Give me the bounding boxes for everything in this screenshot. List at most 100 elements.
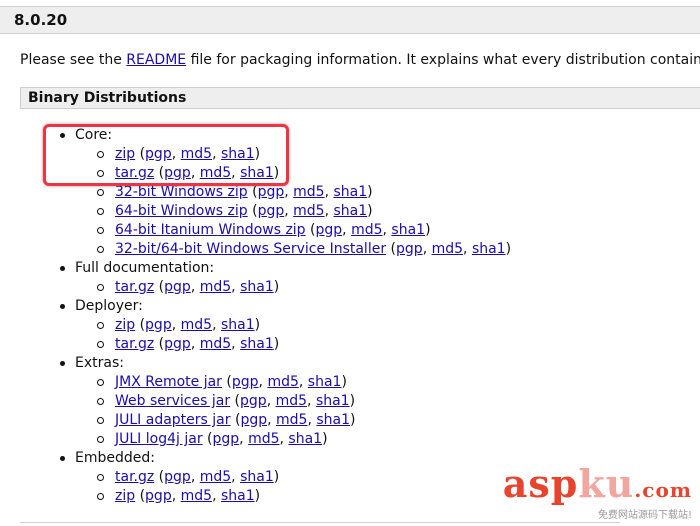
sha1-link[interactable]: sha1 <box>334 203 368 219</box>
punctuation: , <box>231 336 241 352</box>
pgp-link[interactable]: pgp <box>258 203 285 219</box>
download-link[interactable]: tar.gz <box>115 469 154 485</box>
sha1-link[interactable]: sha1 <box>472 241 506 257</box>
punctuation: ) <box>322 431 328 447</box>
punctuation: , <box>266 393 276 409</box>
punctuation: ( <box>221 374 232 390</box>
sha1-link[interactable]: sha1 <box>316 393 350 409</box>
download-link[interactable]: Web services jar <box>115 393 230 409</box>
download-item: tar.gz (pgp, md5, sha1) <box>96 278 279 297</box>
pgp-link[interactable]: pgp <box>232 374 259 390</box>
download-link[interactable]: tar.gz <box>115 279 154 295</box>
punctuation: ) <box>349 393 356 409</box>
punctuation: , <box>422 241 432 257</box>
download-link[interactable]: 32-bit Windows zip <box>115 184 248 200</box>
sha1-link[interactable]: sha1 <box>240 279 274 295</box>
punctuation: ( <box>154 336 165 352</box>
group-label-embedded: Embedded: <box>60 450 155 466</box>
punctuation: , <box>171 488 181 504</box>
punctuation: , <box>212 317 221 333</box>
watermark-ku: ku <box>578 461 635 506</box>
punctuation: , <box>171 317 181 333</box>
pgp-link[interactable]: pgp <box>316 222 343 238</box>
md5-link[interactable]: md5 <box>181 317 212 333</box>
download-item: 32-bit/64-bit Windows Service Installer … <box>96 240 512 259</box>
divider <box>20 522 620 523</box>
punctuation: ( <box>247 203 258 219</box>
punctuation: ) <box>341 374 347 390</box>
md5-link[interactable]: md5 <box>200 336 231 352</box>
download-item: Web services jar (pgp, md5, sha1) <box>96 392 356 411</box>
punctuation: ( <box>154 279 165 295</box>
punctuation: ) <box>505 241 512 257</box>
md5-link[interactable]: md5 <box>181 488 212 504</box>
download-item: tar.gz (pgp, md5, sha1) <box>96 468 280 487</box>
md5-link[interactable]: md5 <box>351 222 382 238</box>
md5-link[interactable]: md5 <box>276 412 307 428</box>
highlight-box <box>43 124 289 186</box>
pgp-link[interactable]: pgp <box>164 469 191 485</box>
download-link[interactable]: zip <box>115 488 135 504</box>
download-item: JULI adapters jar (pgp, md5, sha1) <box>96 411 355 430</box>
punctuation: ( <box>247 184 258 200</box>
punctuation: , <box>324 203 334 219</box>
sha1-link[interactable]: sha1 <box>221 317 255 333</box>
md5-link[interactable]: md5 <box>200 279 231 295</box>
pgp-link[interactable]: pgp <box>145 488 172 504</box>
download-link[interactable]: 64-bit Windows zip <box>115 203 248 219</box>
md5-link[interactable]: md5 <box>293 203 324 219</box>
section-title: Binary Distributions <box>28 90 187 106</box>
version-title: 8.0.20 <box>14 11 68 29</box>
punctuation: ( <box>202 431 213 447</box>
sha1-link[interactable]: sha1 <box>288 431 322 447</box>
sha1-link[interactable]: sha1 <box>221 488 255 504</box>
md5-link[interactable]: md5 <box>432 241 463 257</box>
readme-link[interactable]: README <box>126 52 186 68</box>
punctuation: ) <box>367 203 373 219</box>
punctuation: , <box>284 184 294 200</box>
pgp-link[interactable]: pgp <box>164 336 191 352</box>
sha1-link[interactable]: sha1 <box>240 336 274 352</box>
download-link[interactable]: zip <box>115 317 135 333</box>
md5-link[interactable]: md5 <box>200 469 231 485</box>
sha1-link[interactable]: sha1 <box>240 469 274 485</box>
pgp-link[interactable]: pgp <box>240 393 267 409</box>
punctuation: , <box>342 222 352 238</box>
punctuation: ) <box>254 488 261 504</box>
sha1-link[interactable]: sha1 <box>391 222 425 238</box>
punctuation: , <box>298 374 308 390</box>
intro-suffix: file for packaging information. It expla… <box>186 52 700 68</box>
md5-link[interactable]: md5 <box>276 393 307 409</box>
download-link[interactable]: tar.gz <box>115 336 154 352</box>
pgp-link[interactable]: pgp <box>164 279 191 295</box>
pgp-link[interactable]: pgp <box>145 317 172 333</box>
download-link[interactable]: JULI adapters jar <box>115 412 231 428</box>
punctuation: ) <box>273 469 280 485</box>
download-link[interactable]: 64-bit Itanium Windows zip <box>115 222 306 238</box>
sha1-link[interactable]: sha1 <box>316 412 350 428</box>
punctuation: ( <box>230 393 241 409</box>
punctuation: ( <box>305 222 316 238</box>
pgp-link[interactable]: pgp <box>240 412 267 428</box>
punctuation: ( <box>135 317 146 333</box>
download-link[interactable]: 32-bit/64-bit Windows Service Installer <box>115 241 386 257</box>
watermark-com: .com <box>634 478 692 502</box>
punctuation: , <box>212 488 221 504</box>
download-link[interactable]: JMX Remote jar <box>115 374 222 390</box>
sha1-link[interactable]: sha1 <box>308 374 342 390</box>
version-header: 8.0.20 <box>0 6 700 34</box>
pgp-link[interactable]: pgp <box>213 431 240 447</box>
download-link[interactable]: JULI log4j jar <box>115 431 203 447</box>
sha1-link[interactable]: sha1 <box>334 184 368 200</box>
punctuation: ( <box>135 488 146 504</box>
intro-text: Please see the README file for packaging… <box>20 51 700 69</box>
punctuation: , <box>463 241 472 257</box>
md5-link[interactable]: md5 <box>248 431 279 447</box>
punctuation: , <box>267 412 277 428</box>
pgp-link[interactable]: pgp <box>258 184 285 200</box>
md5-link[interactable]: md5 <box>293 184 324 200</box>
md5-link[interactable]: md5 <box>267 374 298 390</box>
group-label-deployer: Deployer: <box>60 298 143 314</box>
pgp-link[interactable]: pgp <box>396 241 423 257</box>
punctuation: ) <box>273 336 280 352</box>
